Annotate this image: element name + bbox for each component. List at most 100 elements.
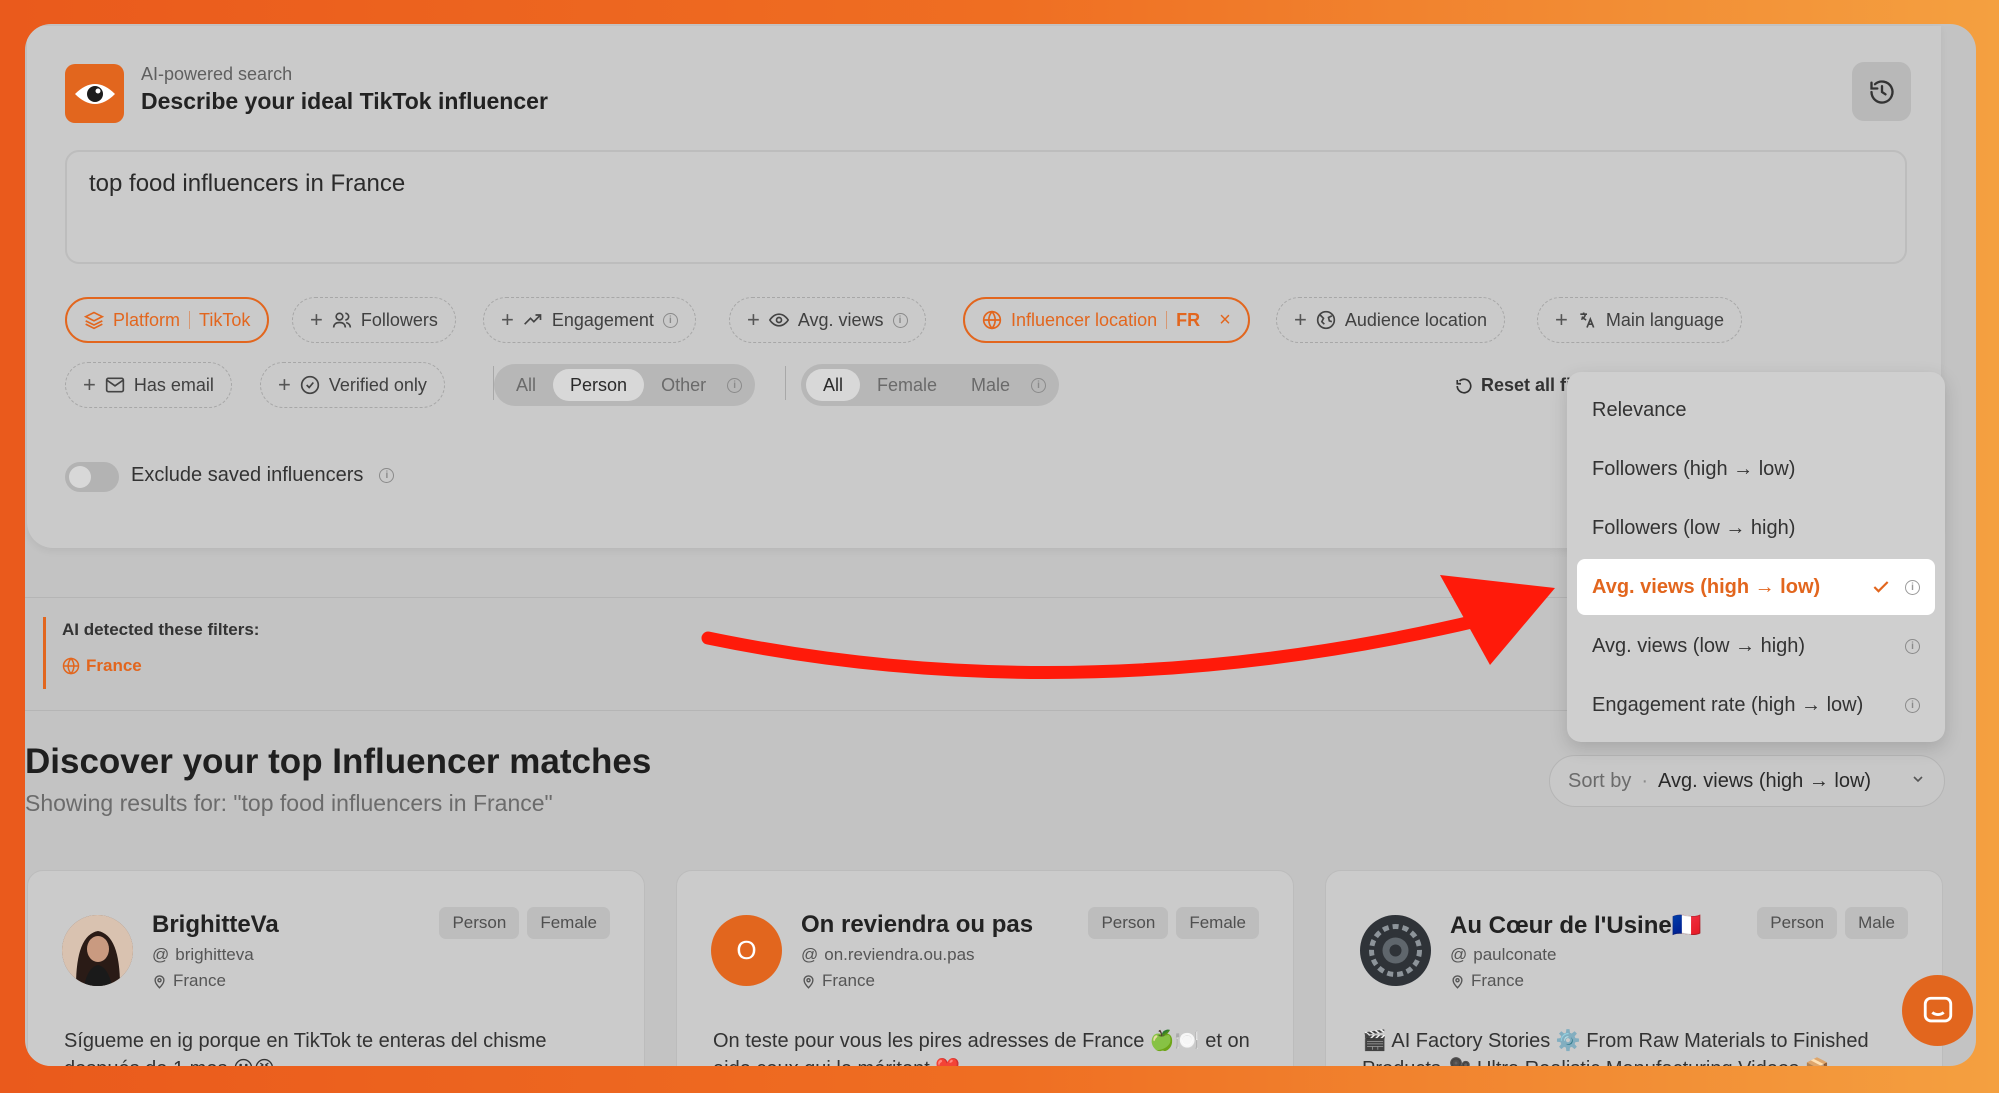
accent-bar xyxy=(43,617,46,689)
avatar xyxy=(1360,915,1431,986)
sort-option-avg-views-desc[interactable]: Avg. views (high → low) i xyxy=(1577,559,1935,615)
eye-icon xyxy=(74,83,115,104)
gender-option-all[interactable]: All xyxy=(806,369,861,401)
sort-option-label: Relevance xyxy=(1592,398,1687,421)
platform-filter-label: Platform xyxy=(113,309,181,330)
sort-value: Avg. views (high → low) xyxy=(1658,769,1872,792)
plus-icon: + xyxy=(1294,307,1307,332)
influencer-card[interactable]: Au Cœur de l'Usine🇫🇷 @ paulconate France… xyxy=(1325,870,1943,1066)
gender-option-male[interactable]: Male xyxy=(954,369,1027,401)
influencer-name[interactable]: Au Cœur de l'Usine🇫🇷 xyxy=(1450,911,1702,940)
audience-location-filter-chip[interactable]: + Audience location xyxy=(1276,297,1505,343)
info-icon[interactable]: i xyxy=(1905,579,1920,595)
ai-detected-filter[interactable]: France xyxy=(62,656,142,676)
gender-tag: Female xyxy=(527,907,610,939)
sort-option-followers-asc[interactable]: Followers (low → high) xyxy=(1577,500,1935,556)
close-icon[interactable]: × xyxy=(1219,309,1231,332)
verified-only-filter-chip[interactable]: + Verified only xyxy=(260,362,445,408)
sort-option-label: Followers (high → low) xyxy=(1592,457,1796,480)
info-icon[interactable]: i xyxy=(727,377,743,393)
type-option-person[interactable]: Person xyxy=(553,369,645,401)
info-icon[interactable]: i xyxy=(662,312,678,328)
avg-views-filter-chip[interactable]: + Avg. views i xyxy=(729,297,926,343)
influencer-location-filter-chip[interactable]: Influencer location FR × xyxy=(963,297,1250,343)
sort-label: Sort by xyxy=(1568,769,1632,792)
influencer-location: France xyxy=(1450,971,1524,991)
gender-option-female[interactable]: Female xyxy=(860,369,954,401)
main-language-filter-chip[interactable]: + Main language xyxy=(1537,297,1742,343)
platform-filter-chip[interactable]: Platform TikTok xyxy=(65,297,270,343)
sort-dropdown-menu: Relevance Followers (high → low) Followe… xyxy=(1567,372,1945,742)
ai-detected-value: France xyxy=(86,656,142,675)
sort-option-engagement-desc[interactable]: Engagement rate (high → low) i xyxy=(1577,677,1935,733)
trending-up-icon xyxy=(523,314,542,325)
info-icon[interactable]: i xyxy=(1031,377,1047,393)
influencer-bio: Sígueme en ig porque en TikTok te entera… xyxy=(64,1030,547,1066)
influencer-location: France xyxy=(801,971,875,991)
influencer-handle: @ brighitteva xyxy=(152,945,254,965)
search-input[interactable]: top food influencers in France xyxy=(65,150,1907,264)
sort-option-label: Followers (low → high) xyxy=(1592,516,1796,539)
chat-icon xyxy=(1923,996,1952,1022)
history-button[interactable] xyxy=(1852,62,1911,121)
mail-icon xyxy=(105,377,125,393)
info-icon[interactable]: i xyxy=(892,312,908,328)
check-circle-icon xyxy=(300,375,320,395)
plus-icon: + xyxy=(501,307,514,332)
at-icon: @ xyxy=(1450,945,1468,964)
location-text: France xyxy=(1471,971,1524,990)
exclude-saved-toggle[interactable] xyxy=(65,462,119,492)
followers-filter-label: Followers xyxy=(360,309,438,330)
globe-pin-icon xyxy=(1316,310,1336,330)
main-language-label: Main language xyxy=(1605,309,1724,330)
avatar xyxy=(62,915,133,986)
avatar: O xyxy=(711,915,782,986)
gender-segmented-control[interactable]: All Female Male i xyxy=(801,364,1060,406)
translate-icon xyxy=(1580,312,1595,328)
has-email-filter-chip[interactable]: + Has email xyxy=(65,362,232,408)
eye-outline-icon xyxy=(768,313,789,327)
sort-option-relevance[interactable]: Relevance xyxy=(1577,382,1935,438)
influencer-name[interactable]: On reviendra ou pas xyxy=(801,911,1033,939)
map-pin-icon xyxy=(154,974,165,989)
influencer-location-label: Influencer location xyxy=(1011,309,1158,330)
plus-icon: + xyxy=(747,307,760,332)
gear-logo-icon xyxy=(1360,915,1431,986)
sort-dropdown-button[interactable]: Sort by · Avg. views (high → low) xyxy=(1549,755,1945,807)
divider xyxy=(785,366,786,400)
location-text: France xyxy=(173,971,226,990)
info-icon[interactable]: i xyxy=(379,468,395,483)
influencer-name[interactable]: BrighitteVa xyxy=(152,911,279,939)
plus-icon: + xyxy=(1555,307,1568,332)
followers-filter-chip[interactable]: + Followers xyxy=(292,297,456,343)
plus-icon: + xyxy=(310,307,323,332)
influencer-card[interactable]: O On reviendra ou pas @ on.reviendra.ou.… xyxy=(676,870,1294,1066)
info-icon[interactable]: i xyxy=(1905,697,1920,713)
engagement-filter-chip[interactable]: + Engagement i xyxy=(483,297,696,343)
ai-detected-filters: AI detected these filters: France xyxy=(25,597,1605,711)
info-icon[interactable]: i xyxy=(1905,638,1920,654)
results-heading: Discover your top Influencer matches xyxy=(25,742,652,781)
globe-icon xyxy=(62,657,80,675)
tag-list: Person Female xyxy=(439,907,610,939)
influencer-card[interactable]: BrighitteVa @ brighitteva France Person … xyxy=(27,870,645,1066)
handle-text: brighitteva xyxy=(175,945,254,964)
tag-list: Person Male xyxy=(1757,907,1908,939)
platform-filter-value: TikTok xyxy=(199,309,251,330)
type-option-other[interactable]: Other xyxy=(644,369,723,401)
avg-views-filter-label: Avg. views xyxy=(797,309,884,330)
type-tag: Person xyxy=(439,907,520,939)
tag-list: Person Female xyxy=(1088,907,1259,939)
has-email-label: Has email xyxy=(133,374,214,395)
search-title: Describe your ideal TikTok influencer xyxy=(141,88,548,114)
sort-option-avg-views-asc[interactable]: Avg. views (low → high) i xyxy=(1577,618,1935,674)
exclude-saved-label: Exclude saved influencers xyxy=(131,464,364,486)
sort-option-followers-desc[interactable]: Followers (high → low) xyxy=(1577,441,1935,497)
avatar-photo-icon xyxy=(62,915,133,986)
type-segmented-control[interactable]: All Person Other i xyxy=(494,364,756,406)
reset-filters-button[interactable]: Reset all fi xyxy=(1455,375,1571,396)
type-option-all[interactable]: All xyxy=(499,369,553,401)
influencer-handle: @ paulconate xyxy=(1450,945,1556,965)
chat-button[interactable] xyxy=(1902,975,1973,1046)
at-icon: @ xyxy=(801,945,819,964)
